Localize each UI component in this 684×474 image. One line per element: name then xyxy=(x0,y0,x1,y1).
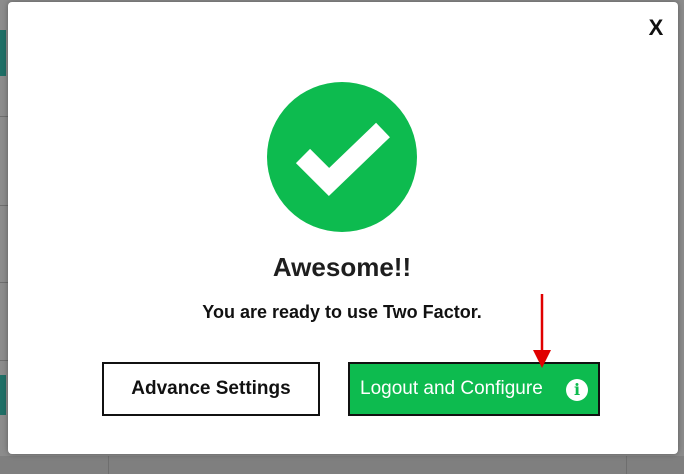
check-circle-icon xyxy=(267,82,417,232)
background-divider xyxy=(0,360,8,361)
logout-button-label: Logout and Configure xyxy=(360,378,543,399)
background-divider xyxy=(0,116,8,117)
two-factor-success-modal: X Awesome!! You are ready to use Two Fac… xyxy=(8,2,678,454)
background-footer xyxy=(0,456,684,474)
close-icon[interactable]: X xyxy=(644,15,668,41)
info-icon[interactable]: i xyxy=(566,379,588,401)
advance-settings-button[interactable]: Advance Settings xyxy=(102,362,320,416)
background-divider xyxy=(0,205,8,206)
background-accent xyxy=(0,375,6,415)
checkmark-icon xyxy=(295,122,390,197)
background-divider xyxy=(108,456,109,474)
background-divider xyxy=(626,456,627,474)
background-accent xyxy=(0,30,6,76)
modal-subtitle: You are ready to use Two Factor. xyxy=(202,302,482,322)
modal-title: Awesome!! xyxy=(272,252,412,282)
background-divider xyxy=(0,282,8,283)
logout-and-configure-button[interactable]: Logout and Configure i xyxy=(348,362,600,416)
